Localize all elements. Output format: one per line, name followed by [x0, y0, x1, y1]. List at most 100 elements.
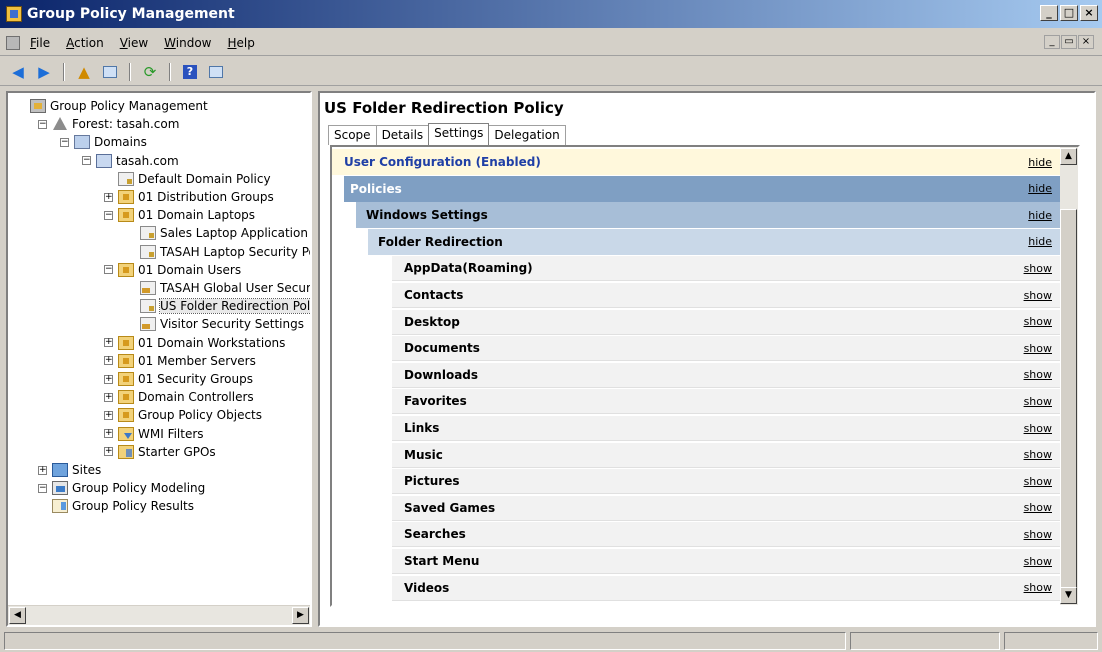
- tree-node[interactable]: US Folder Redirection Policy: [126, 297, 310, 315]
- show-link[interactable]: show: [1024, 395, 1052, 408]
- tree-node[interactable]: + Sites: [38, 461, 101, 479]
- tab-scope[interactable]: Scope: [328, 125, 377, 145]
- menu-view[interactable]: View: [120, 36, 148, 50]
- expand-icon[interactable]: +: [104, 338, 113, 348]
- tree-node[interactable]: +01 Domain Workstations: [104, 334, 285, 352]
- expand-icon[interactable]: +: [104, 192, 113, 202]
- show-link[interactable]: show: [1024, 501, 1052, 514]
- expand-icon[interactable]: +: [38, 465, 47, 475]
- forward-icon[interactable]: ▶: [34, 63, 54, 81]
- tree-node[interactable]: + Domain Controllers: [104, 388, 254, 406]
- tab-delegation[interactable]: Delegation: [488, 125, 566, 145]
- gpo-link-icon: [140, 244, 156, 259]
- back-icon[interactable]: ◀: [8, 63, 28, 81]
- tab-details[interactable]: Details: [375, 125, 430, 145]
- mdi-child-icon[interactable]: [6, 35, 20, 50]
- folder-redirection-item: Downloads show: [392, 361, 1062, 388]
- mdi-close-button[interactable]: ×: [1078, 35, 1094, 49]
- item-title: Downloads: [404, 367, 479, 382]
- maximize-button[interactable]: □: [1060, 5, 1078, 21]
- hide-link[interactable]: hide: [1028, 156, 1052, 169]
- item-title: Favorites: [404, 394, 467, 409]
- show-link[interactable]: show: [1024, 422, 1052, 435]
- tree-node[interactable]: − Group Policy Modeling: [38, 479, 205, 497]
- tree-node-label: 01 Security Groups: [138, 372, 253, 386]
- tree-node[interactable]: +01 Member Servers: [104, 352, 256, 370]
- folder-redirection-item: Pictures show: [392, 468, 1062, 495]
- menu-help[interactable]: Help: [228, 36, 255, 50]
- tree-node[interactable]: Group Policy Management: [16, 97, 208, 115]
- properties-icon[interactable]: [206, 63, 226, 81]
- up-folder-icon[interactable]: ▲: [74, 63, 94, 81]
- show-link[interactable]: show: [1024, 262, 1052, 275]
- refresh-icon[interactable]: ⟳: [140, 63, 160, 81]
- tree-node[interactable]: − 01 Domain Laptops: [104, 206, 255, 224]
- expand-icon[interactable]: +: [104, 447, 113, 457]
- mdi-minimize-button[interactable]: _: [1044, 35, 1060, 49]
- tree-node[interactable]: +01 Distribution Groups: [104, 188, 274, 206]
- show-link[interactable]: show: [1024, 475, 1052, 488]
- tree-node-label: 01 Distribution Groups: [138, 190, 274, 204]
- scroll-up-arrow-icon[interactable]: ▲: [1060, 148, 1077, 165]
- tree-node[interactable]: TASAH Global User Security P: [126, 279, 310, 297]
- collapse-icon[interactable]: −: [82, 156, 91, 166]
- tree-node[interactable]: − tasah.com: [82, 152, 179, 170]
- window-controls: _ □ ×: [1040, 5, 1098, 21]
- scroll-left-arrow-icon[interactable]: ◀: [9, 607, 26, 624]
- tree-node[interactable]: − 01 Domain Users: [104, 261, 241, 279]
- item-title: AppData(Roaming): [404, 261, 533, 276]
- show-link[interactable]: show: [1024, 448, 1052, 461]
- tree-node[interactable]: +01 Security Groups: [104, 370, 253, 388]
- show-link[interactable]: show: [1024, 528, 1052, 541]
- tree-node[interactable]: + Group Policy Objects: [104, 406, 262, 424]
- tree-node-label: tasah.com: [116, 153, 179, 168]
- menu-file[interactable]: File: [30, 36, 50, 50]
- expand-icon[interactable]: +: [104, 356, 113, 366]
- show-link[interactable]: show: [1024, 368, 1052, 381]
- menu-window[interactable]: Window: [164, 36, 211, 50]
- tree-node[interactable]: − Forest: tasah.com: [38, 115, 179, 133]
- scroll-right-arrow-icon[interactable]: ▶: [292, 607, 309, 624]
- mdi-restore-button[interactable]: ▭: [1061, 35, 1077, 49]
- tree-node-label: Domains: [94, 135, 147, 150]
- expand-icon[interactable]: +: [104, 429, 113, 439]
- expand-icon[interactable]: +: [104, 410, 113, 420]
- hide-link[interactable]: hide: [1028, 235, 1052, 248]
- expand-icon[interactable]: +: [104, 374, 113, 384]
- tab-settings[interactable]: Settings: [428, 123, 490, 145]
- results-icon: [52, 499, 68, 514]
- collapse-icon[interactable]: −: [38, 119, 47, 129]
- collapse-icon[interactable]: −: [60, 137, 69, 147]
- scroll-thumb[interactable]: [1060, 209, 1077, 589]
- help-icon[interactable]: ?: [180, 63, 200, 81]
- hide-link[interactable]: hide: [1028, 209, 1052, 222]
- menu-action[interactable]: Action: [66, 36, 104, 50]
- tree-node[interactable]: − Domains: [60, 133, 147, 151]
- show-link[interactable]: show: [1024, 555, 1052, 568]
- show-link[interactable]: show: [1024, 581, 1052, 594]
- tree-node-label: TASAH Laptop Security Policy: [160, 244, 310, 259]
- title-bar: Group Policy Management _ □ ×: [0, 0, 1102, 28]
- show-link[interactable]: show: [1024, 289, 1052, 302]
- report-section-header: User Configuration (Enabled) hide: [332, 149, 1062, 175]
- tree-node[interactable]: Sales Laptop Application Suite: [126, 224, 310, 242]
- report-vertical-scrollbar[interactable]: ▲ ▼: [1060, 147, 1078, 605]
- hide-link[interactable]: hide: [1028, 182, 1052, 195]
- show-link[interactable]: show: [1024, 315, 1052, 328]
- tree-node[interactable]: Default Domain Policy: [104, 170, 271, 188]
- close-button[interactable]: ×: [1080, 5, 1098, 21]
- show-link[interactable]: show: [1024, 342, 1052, 355]
- collapse-icon[interactable]: −: [38, 483, 47, 493]
- collapse-icon[interactable]: −: [104, 210, 113, 220]
- tree-node[interactable]: Visitor Security Settings: [126, 315, 304, 333]
- scroll-down-arrow-icon[interactable]: ▼: [1060, 587, 1077, 604]
- tree-horizontal-scrollbar[interactable]: ◀ ▶: [8, 605, 310, 625]
- minimize-button[interactable]: _: [1040, 5, 1058, 21]
- tree-node[interactable]: + Starter GPOs: [104, 443, 216, 461]
- tree-node[interactable]: Group Policy Results: [38, 497, 194, 515]
- expand-icon[interactable]: +: [104, 392, 113, 402]
- collapse-icon[interactable]: −: [104, 265, 113, 275]
- show-hide-tree-icon[interactable]: [100, 63, 120, 81]
- tree-node[interactable]: + WMI Filters: [104, 425, 204, 443]
- tree-node[interactable]: TASAH Laptop Security Policy: [126, 243, 310, 261]
